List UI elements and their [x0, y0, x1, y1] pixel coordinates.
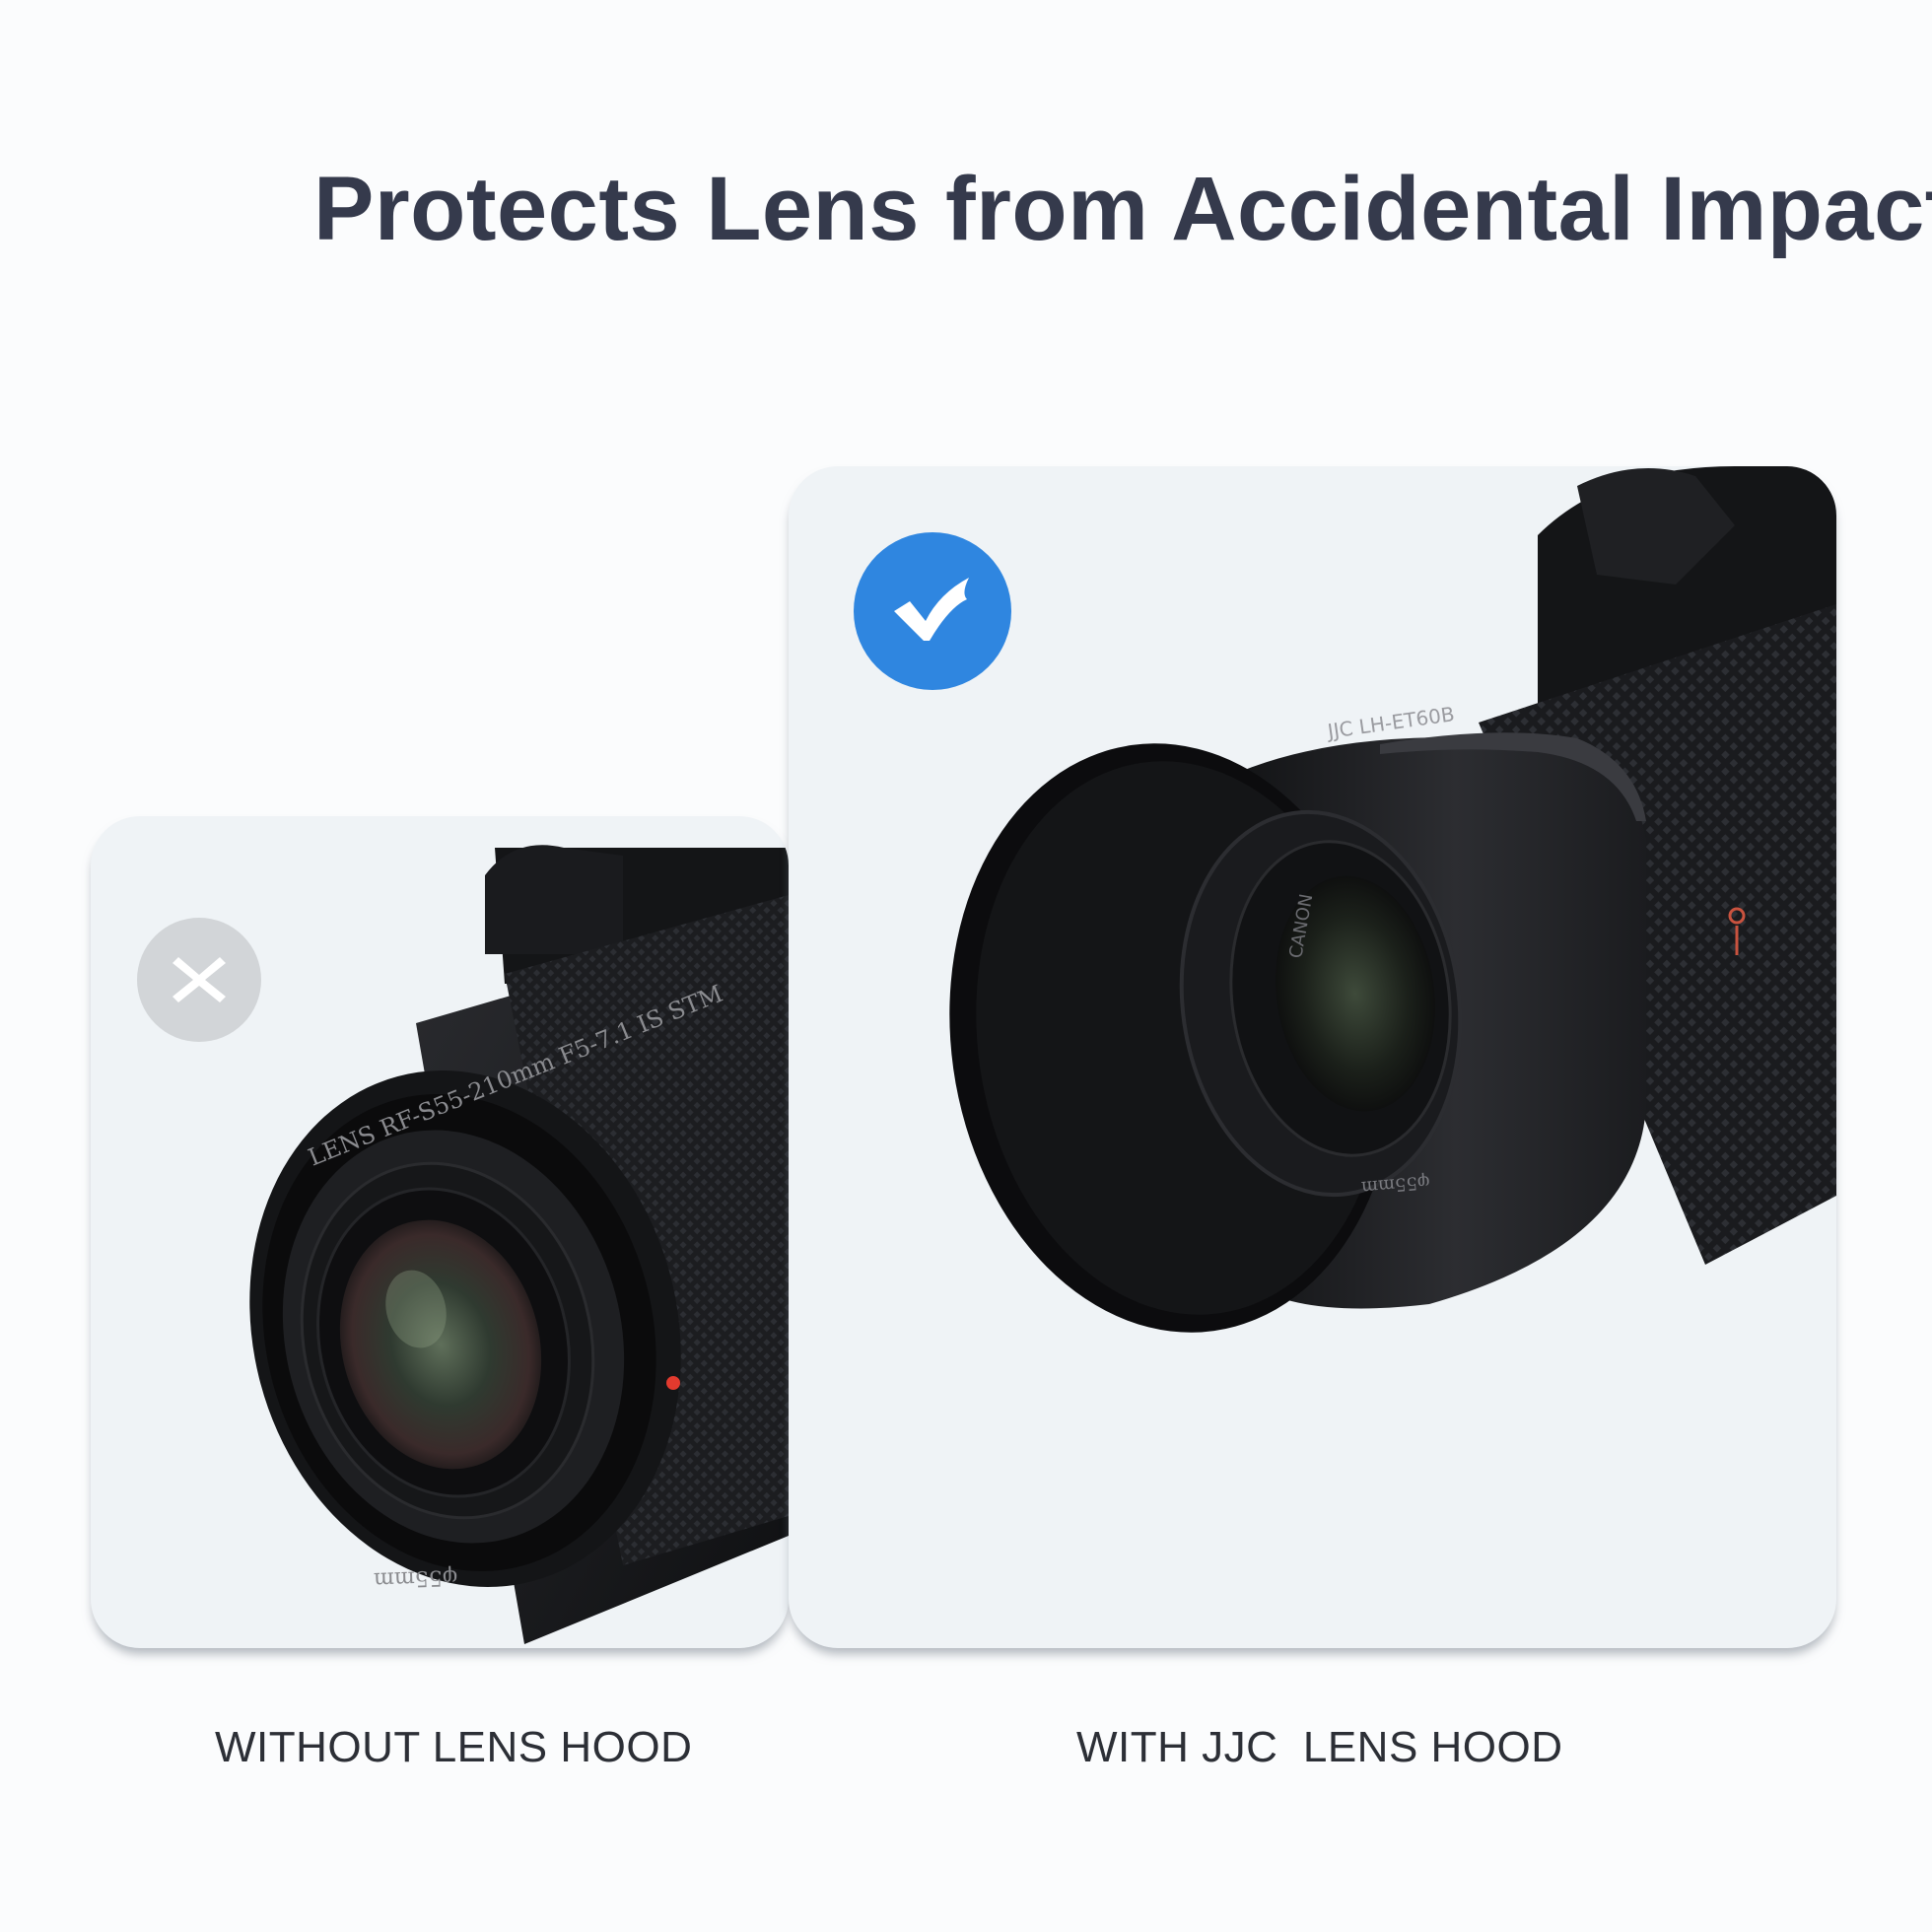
headline: Protects Lens from Accidental Impact [313, 159, 1932, 259]
filter-size-text: φ55mm [374, 1564, 458, 1592]
not-recommended-badge [137, 918, 261, 1042]
recommended-badge [854, 532, 1011, 690]
with-hood-caption: WITH JJC LENS HOOD [1076, 1723, 1563, 1771]
x-icon [172, 957, 226, 1002]
without-hood-caption: WITHOUT LENS HOOD [215, 1723, 693, 1771]
check-icon [894, 578, 969, 641]
